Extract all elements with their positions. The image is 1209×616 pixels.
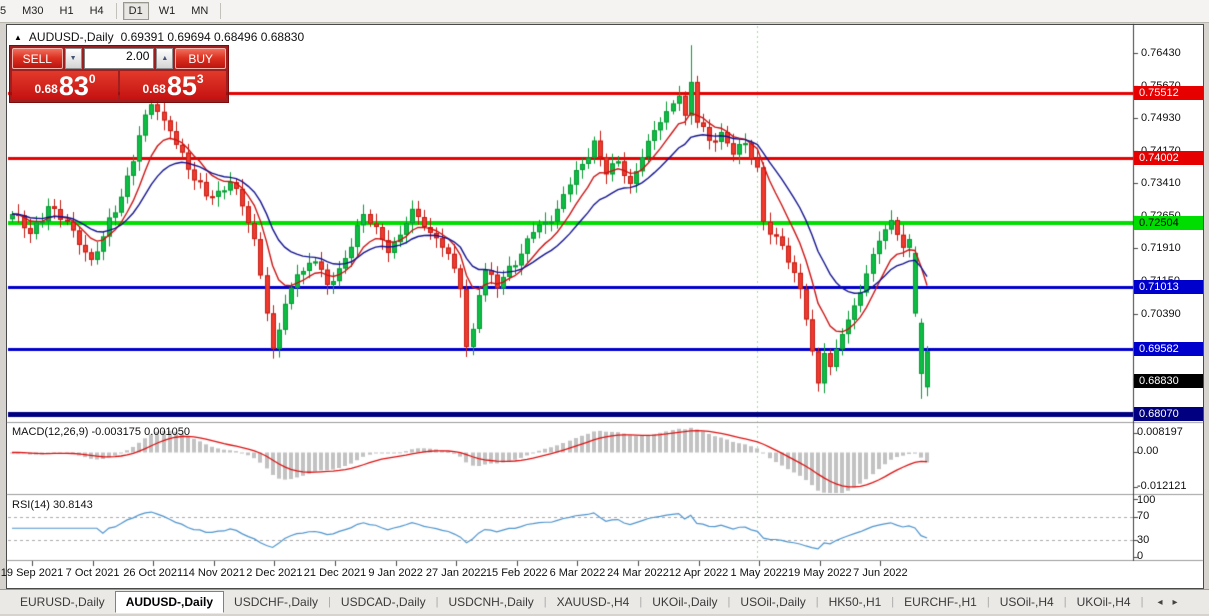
buy-button[interactable]: BUY [175, 48, 226, 69]
current-price-label: 0.68830 [1134, 374, 1203, 388]
macd-axis-value: 0.008197 [1137, 426, 1183, 438]
one-click-trade-panel: SELL ▼ 2.00 ▲ BUY 0.68 83 0 0.68 85 3 [9, 45, 229, 103]
tab-usoil-daily[interactable]: USOil-,Daily [730, 592, 815, 612]
chart-tab-bar: EURUSD-,DailyAUDUSD-,DailyUSDCHF-,Daily |… [0, 589, 1209, 614]
tab-ukoil-daily[interactable]: UKOil-,Daily [642, 592, 727, 612]
symbol-period-label: AUDUSD-,Daily [29, 30, 114, 44]
macd-axis-value: -0.012121 [1137, 480, 1187, 492]
date-axis-label: 15 Feb 2022 [486, 567, 548, 579]
date-axis-label: 26 Oct 2021 [123, 567, 183, 579]
tab-eurusd-daily[interactable]: EURUSD-,Daily [10, 592, 115, 612]
date-axis-label: 6 Mar 2022 [550, 567, 606, 579]
tab-separator: | [1141, 596, 1144, 608]
level-price-label: 0.68070 [1134, 407, 1203, 421]
price-tick-label: 0.73410 [1141, 177, 1181, 190]
ohlc-values: 0.69391 0.69694 0.68496 0.68830 [121, 30, 305, 44]
sell-button[interactable]: SELL [12, 48, 63, 69]
volume-decrease-button[interactable]: ▼ [65, 48, 82, 69]
rsi-axis-value: 100 [1137, 494, 1155, 506]
tab-usoil-h4[interactable]: USOil-,H4 [990, 592, 1064, 612]
date-axis-label: 19 May 2022 [788, 567, 852, 579]
macd-indicator-label: MACD(12,26,9) -0.003175 0.001050 [12, 426, 190, 438]
tab-usdcnh-daily[interactable]: USDCNH-,Daily [438, 592, 543, 612]
sell-price-main: 83 [59, 73, 89, 99]
chart-title: ▲ AUDUSD-,Daily 0.69391 0.69694 0.68496 … [14, 30, 304, 44]
date-axis-label: 1 May 2022 [730, 567, 787, 579]
date-axis-label: 24 Mar 2022 [607, 567, 669, 579]
date-axis-label: 7 Jun 2022 [853, 567, 907, 579]
sell-price-prefix: 0.68 [34, 82, 57, 96]
rsi-axis-value: 30 [1137, 534, 1149, 546]
date-axis-label: 7 Oct 2021 [66, 567, 120, 579]
tab-scroll-arrows: ◂▸ [1157, 597, 1177, 608]
level-price-label: 0.74002 [1134, 151, 1203, 165]
trading-terminal: 5M30H1H4D1W1MN ▲ AUDUSD-,Daily 0.69391 0… [0, 0, 1209, 616]
tab-audusd-daily[interactable]: AUDUSD-,Daily [115, 591, 224, 613]
rsi-axis-value: 70 [1137, 510, 1149, 522]
date-axis-label: 21 Dec 2021 [304, 567, 366, 579]
tab-scroll-left-icon[interactable]: ◂ [1157, 597, 1162, 608]
price-tick-label: 0.70390 [1141, 308, 1181, 321]
collapse-arrow-icon[interactable]: ▲ [14, 33, 22, 42]
price-tick-label: 0.71910 [1141, 242, 1181, 255]
buy-price-pip: 3 [197, 72, 204, 86]
tab-usdcad-daily[interactable]: USDCAD-,Daily [331, 592, 436, 612]
date-axis-label: 2 Dec 2021 [246, 567, 302, 579]
tab-eurchf-h1[interactable]: EURCHF-,H1 [894, 592, 987, 612]
date-axis-label: 12 Apr 2022 [669, 567, 728, 579]
tab-scroll-right-icon[interactable]: ▸ [1172, 597, 1177, 608]
buy-price-prefix: 0.68 [142, 82, 165, 96]
sell-price-display[interactable]: 0.68 83 0 [12, 71, 118, 100]
date-axis-label: 27 Jan 2022 [426, 567, 487, 579]
level-price-label: 0.75512 [1134, 86, 1203, 100]
sell-price-pip: 0 [89, 72, 96, 86]
rsi-indicator-label: RSI(14) 30.8143 [12, 499, 93, 511]
price-tick-label: 0.74930 [1141, 112, 1181, 125]
tab-usdchf-daily[interactable]: USDCHF-,Daily [224, 592, 328, 612]
tab-xauusd-h4[interactable]: XAUUSD-,H4 [547, 592, 640, 612]
level-price-label: 0.72504 [1134, 216, 1203, 230]
buy-price-main: 85 [167, 73, 197, 99]
level-price-label: 0.69582 [1134, 342, 1203, 356]
tab-ukoil-h4[interactable]: UKOil-,H4 [1067, 592, 1141, 612]
date-axis-label: 19 Sep 2021 [1, 567, 63, 579]
volume-increase-button[interactable]: ▲ [156, 48, 173, 69]
macd-axis-value: 0.00 [1137, 445, 1158, 457]
level-price-label: 0.71013 [1134, 280, 1203, 294]
date-axis-label: 14 Nov 2021 [183, 567, 245, 579]
tab-hk50-h1[interactable]: HK50-,H1 [819, 592, 892, 612]
rsi-axis-value: 0 [1137, 550, 1143, 562]
buy-price-display[interactable]: 0.68 85 3 [120, 71, 226, 100]
volume-field[interactable]: 2.00 [84, 48, 155, 69]
price-tick-label: 0.76430 [1141, 47, 1181, 60]
date-axis-label: 9 Jan 2022 [368, 567, 422, 579]
